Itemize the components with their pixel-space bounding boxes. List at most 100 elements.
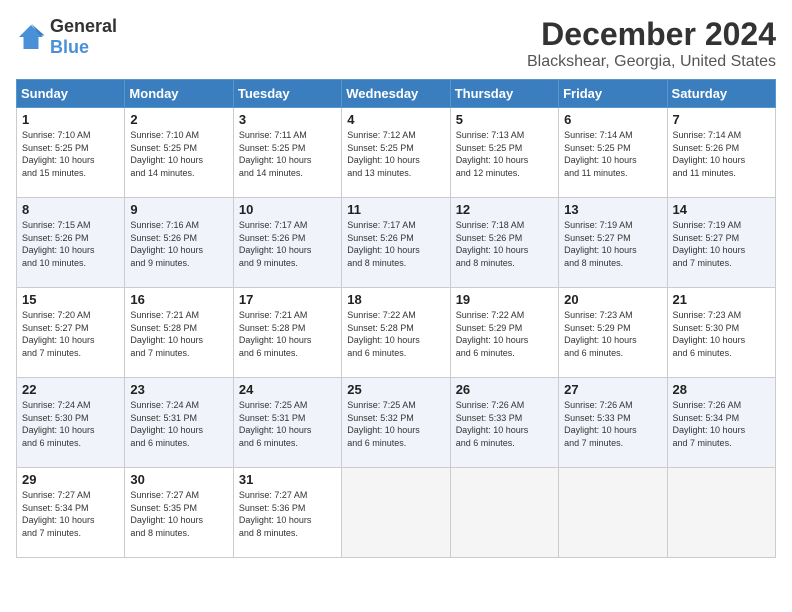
day-number: 12: [456, 202, 553, 217]
day-info: Sunrise: 7:21 AMSunset: 5:28 PMDaylight:…: [130, 309, 227, 359]
day-number: 17: [239, 292, 336, 307]
calendar-day-cell: 3 Sunrise: 7:11 AMSunset: 5:25 PMDaylight…: [233, 108, 341, 198]
calendar-day-cell: 19 Sunrise: 7:22 AMSunset: 5:29 PMDayligh…: [450, 288, 558, 378]
day-number: 28: [673, 382, 770, 397]
day-info: Sunrise: 7:23 AMSunset: 5:29 PMDaylight:…: [564, 309, 661, 359]
calendar-week-row: 1 Sunrise: 7:10 AMSunset: 5:25 PMDaylight…: [17, 108, 776, 198]
day-info: Sunrise: 7:27 AMSunset: 5:36 PMDaylight:…: [239, 489, 336, 539]
calendar-day-cell: 6 Sunrise: 7:14 AMSunset: 5:25 PMDaylight…: [559, 108, 667, 198]
calendar-day-cell: 12 Sunrise: 7:18 AMSunset: 5:26 PMDayligh…: [450, 198, 558, 288]
calendar-day-cell: [667, 468, 775, 558]
day-number: 27: [564, 382, 661, 397]
day-info: Sunrise: 7:24 AMSunset: 5:31 PMDaylight:…: [130, 399, 227, 449]
day-number: 19: [456, 292, 553, 307]
day-number: 8: [22, 202, 119, 217]
logo-text: General Blue: [50, 16, 117, 58]
day-info: Sunrise: 7:17 AMSunset: 5:26 PMDaylight:…: [347, 219, 444, 269]
header: General Blue December 2024 Blackshear, G…: [16, 16, 776, 71]
day-info: Sunrise: 7:20 AMSunset: 5:27 PMDaylight:…: [22, 309, 119, 359]
logo-icon: [16, 22, 46, 52]
day-number: 15: [22, 292, 119, 307]
calendar-day-cell: 29 Sunrise: 7:27 AMSunset: 5:34 PMDayligh…: [17, 468, 125, 558]
day-info: Sunrise: 7:25 AMSunset: 5:31 PMDaylight:…: [239, 399, 336, 449]
day-number: 13: [564, 202, 661, 217]
day-number: 26: [456, 382, 553, 397]
calendar-day-cell: 5 Sunrise: 7:13 AMSunset: 5:25 PMDaylight…: [450, 108, 558, 198]
day-number: 11: [347, 202, 444, 217]
day-info: Sunrise: 7:14 AMSunset: 5:25 PMDaylight:…: [564, 129, 661, 179]
calendar-day-cell: 21Sunrise: 7:23 AMSunset: 5:30 PMDayligh…: [667, 288, 775, 378]
calendar-day-cell: 27 Sunrise: 7:26 AMSunset: 5:33 PMDayligh…: [559, 378, 667, 468]
day-info: Sunrise: 7:19 AMSunset: 5:27 PMDaylight:…: [564, 219, 661, 269]
weekday-header-cell: Wednesday: [342, 80, 450, 108]
calendar-day-cell: [450, 468, 558, 558]
day-number: 5: [456, 112, 553, 127]
calendar-day-cell: 13 Sunrise: 7:19 AMSunset: 5:27 PMDayligh…: [559, 198, 667, 288]
day-info: Sunrise: 7:26 AMSunset: 5:34 PMDaylight:…: [673, 399, 770, 449]
calendar-day-cell: 8 Sunrise: 7:15 AMSunset: 5:26 PMDaylight…: [17, 198, 125, 288]
weekday-header-row: SundayMondayTuesdayWednesdayThursdayFrid…: [17, 80, 776, 108]
day-number: 23: [130, 382, 227, 397]
weekday-header-cell: Sunday: [17, 80, 125, 108]
day-number: 9: [130, 202, 227, 217]
day-number: 3: [239, 112, 336, 127]
day-number: 4: [347, 112, 444, 127]
day-info: Sunrise: 7:10 AMSunset: 5:25 PMDaylight:…: [130, 129, 227, 179]
day-info: Sunrise: 7:12 AMSunset: 5:25 PMDaylight:…: [347, 129, 444, 179]
calendar-week-row: 15 Sunrise: 7:20 AMSunset: 5:27 PMDayligh…: [17, 288, 776, 378]
calendar-body: 1 Sunrise: 7:10 AMSunset: 5:25 PMDaylight…: [17, 108, 776, 558]
day-info: Sunrise: 7:13 AMSunset: 5:25 PMDaylight:…: [456, 129, 553, 179]
day-info: Sunrise: 7:24 AMSunset: 5:30 PMDaylight:…: [22, 399, 119, 449]
calendar-day-cell: 25Sunrise: 7:25 AMSunset: 5:32 PMDayligh…: [342, 378, 450, 468]
location-title: Blackshear, Georgia, United States: [527, 53, 776, 71]
calendar-day-cell: 4 Sunrise: 7:12 AMSunset: 5:25 PMDaylight…: [342, 108, 450, 198]
title-area: December 2024 Blackshear, Georgia, Unite…: [527, 16, 776, 71]
weekday-header-cell: Tuesday: [233, 80, 341, 108]
day-number: 18: [347, 292, 444, 307]
day-info: Sunrise: 7:23 AMSunset: 5:30 PMDaylight:…: [673, 309, 770, 359]
day-info: Sunrise: 7:10 AMSunset: 5:25 PMDaylight:…: [22, 129, 119, 179]
day-number: 1: [22, 112, 119, 127]
calendar: SundayMondayTuesdayWednesdayThursdayFrid…: [16, 79, 776, 558]
calendar-day-cell: 20Sunrise: 7:23 AMSunset: 5:29 PMDayligh…: [559, 288, 667, 378]
logo: General Blue: [16, 16, 117, 58]
calendar-week-row: 29 Sunrise: 7:27 AMSunset: 5:34 PMDayligh…: [17, 468, 776, 558]
calendar-day-cell: 26 Sunrise: 7:26 AMSunset: 5:33 PMDayligh…: [450, 378, 558, 468]
calendar-week-row: 22 Sunrise: 7:24 AMSunset: 5:30 PMDayligh…: [17, 378, 776, 468]
day-number: 6: [564, 112, 661, 127]
weekday-header-cell: Saturday: [667, 80, 775, 108]
day-info: Sunrise: 7:27 AMSunset: 5:34 PMDaylight:…: [22, 489, 119, 539]
day-number: 29: [22, 472, 119, 487]
calendar-day-cell: 28 Sunrise: 7:26 AMSunset: 5:34 PMDayligh…: [667, 378, 775, 468]
calendar-day-cell: 2 Sunrise: 7:10 AMSunset: 5:25 PMDaylight…: [125, 108, 233, 198]
day-info: Sunrise: 7:26 AMSunset: 5:33 PMDaylight:…: [456, 399, 553, 449]
calendar-day-cell: 17 Sunrise: 7:21 AMSunset: 5:28 PMDayligh…: [233, 288, 341, 378]
calendar-day-cell: 30 Sunrise: 7:27 AMSunset: 5:35 PMDayligh…: [125, 468, 233, 558]
day-info: Sunrise: 7:19 AMSunset: 5:27 PMDaylight:…: [673, 219, 770, 269]
calendar-day-cell: 1 Sunrise: 7:10 AMSunset: 5:25 PMDaylight…: [17, 108, 125, 198]
day-number: 25: [347, 382, 444, 397]
day-number: 16: [130, 292, 227, 307]
calendar-week-row: 8 Sunrise: 7:15 AMSunset: 5:26 PMDaylight…: [17, 198, 776, 288]
calendar-day-cell: [342, 468, 450, 558]
day-info: Sunrise: 7:15 AMSunset: 5:26 PMDaylight:…: [22, 219, 119, 269]
day-info: Sunrise: 7:26 AMSunset: 5:33 PMDaylight:…: [564, 399, 661, 449]
calendar-day-cell: 22 Sunrise: 7:24 AMSunset: 5:30 PMDayligh…: [17, 378, 125, 468]
day-info: Sunrise: 7:11 AMSunset: 5:25 PMDaylight:…: [239, 129, 336, 179]
day-number: 7: [673, 112, 770, 127]
day-number: 22: [22, 382, 119, 397]
day-number: 30: [130, 472, 227, 487]
calendar-day-cell: 7 Sunrise: 7:14 AMSunset: 5:26 PMDaylight…: [667, 108, 775, 198]
calendar-day-cell: 16 Sunrise: 7:21 AMSunset: 5:28 PMDayligh…: [125, 288, 233, 378]
calendar-day-cell: 24Sunrise: 7:25 AMSunset: 5:31 PMDayligh…: [233, 378, 341, 468]
day-info: Sunrise: 7:18 AMSunset: 5:26 PMDaylight:…: [456, 219, 553, 269]
weekday-header-cell: Thursday: [450, 80, 558, 108]
day-number: 10: [239, 202, 336, 217]
day-info: Sunrise: 7:14 AMSunset: 5:26 PMDaylight:…: [673, 129, 770, 179]
day-info: Sunrise: 7:22 AMSunset: 5:29 PMDaylight:…: [456, 309, 553, 359]
day-number: 2: [130, 112, 227, 127]
day-info: Sunrise: 7:17 AMSunset: 5:26 PMDaylight:…: [239, 219, 336, 269]
day-info: Sunrise: 7:21 AMSunset: 5:28 PMDaylight:…: [239, 309, 336, 359]
calendar-day-cell: 18Sunrise: 7:22 AMSunset: 5:28 PMDayligh…: [342, 288, 450, 378]
day-info: Sunrise: 7:27 AMSunset: 5:35 PMDaylight:…: [130, 489, 227, 539]
